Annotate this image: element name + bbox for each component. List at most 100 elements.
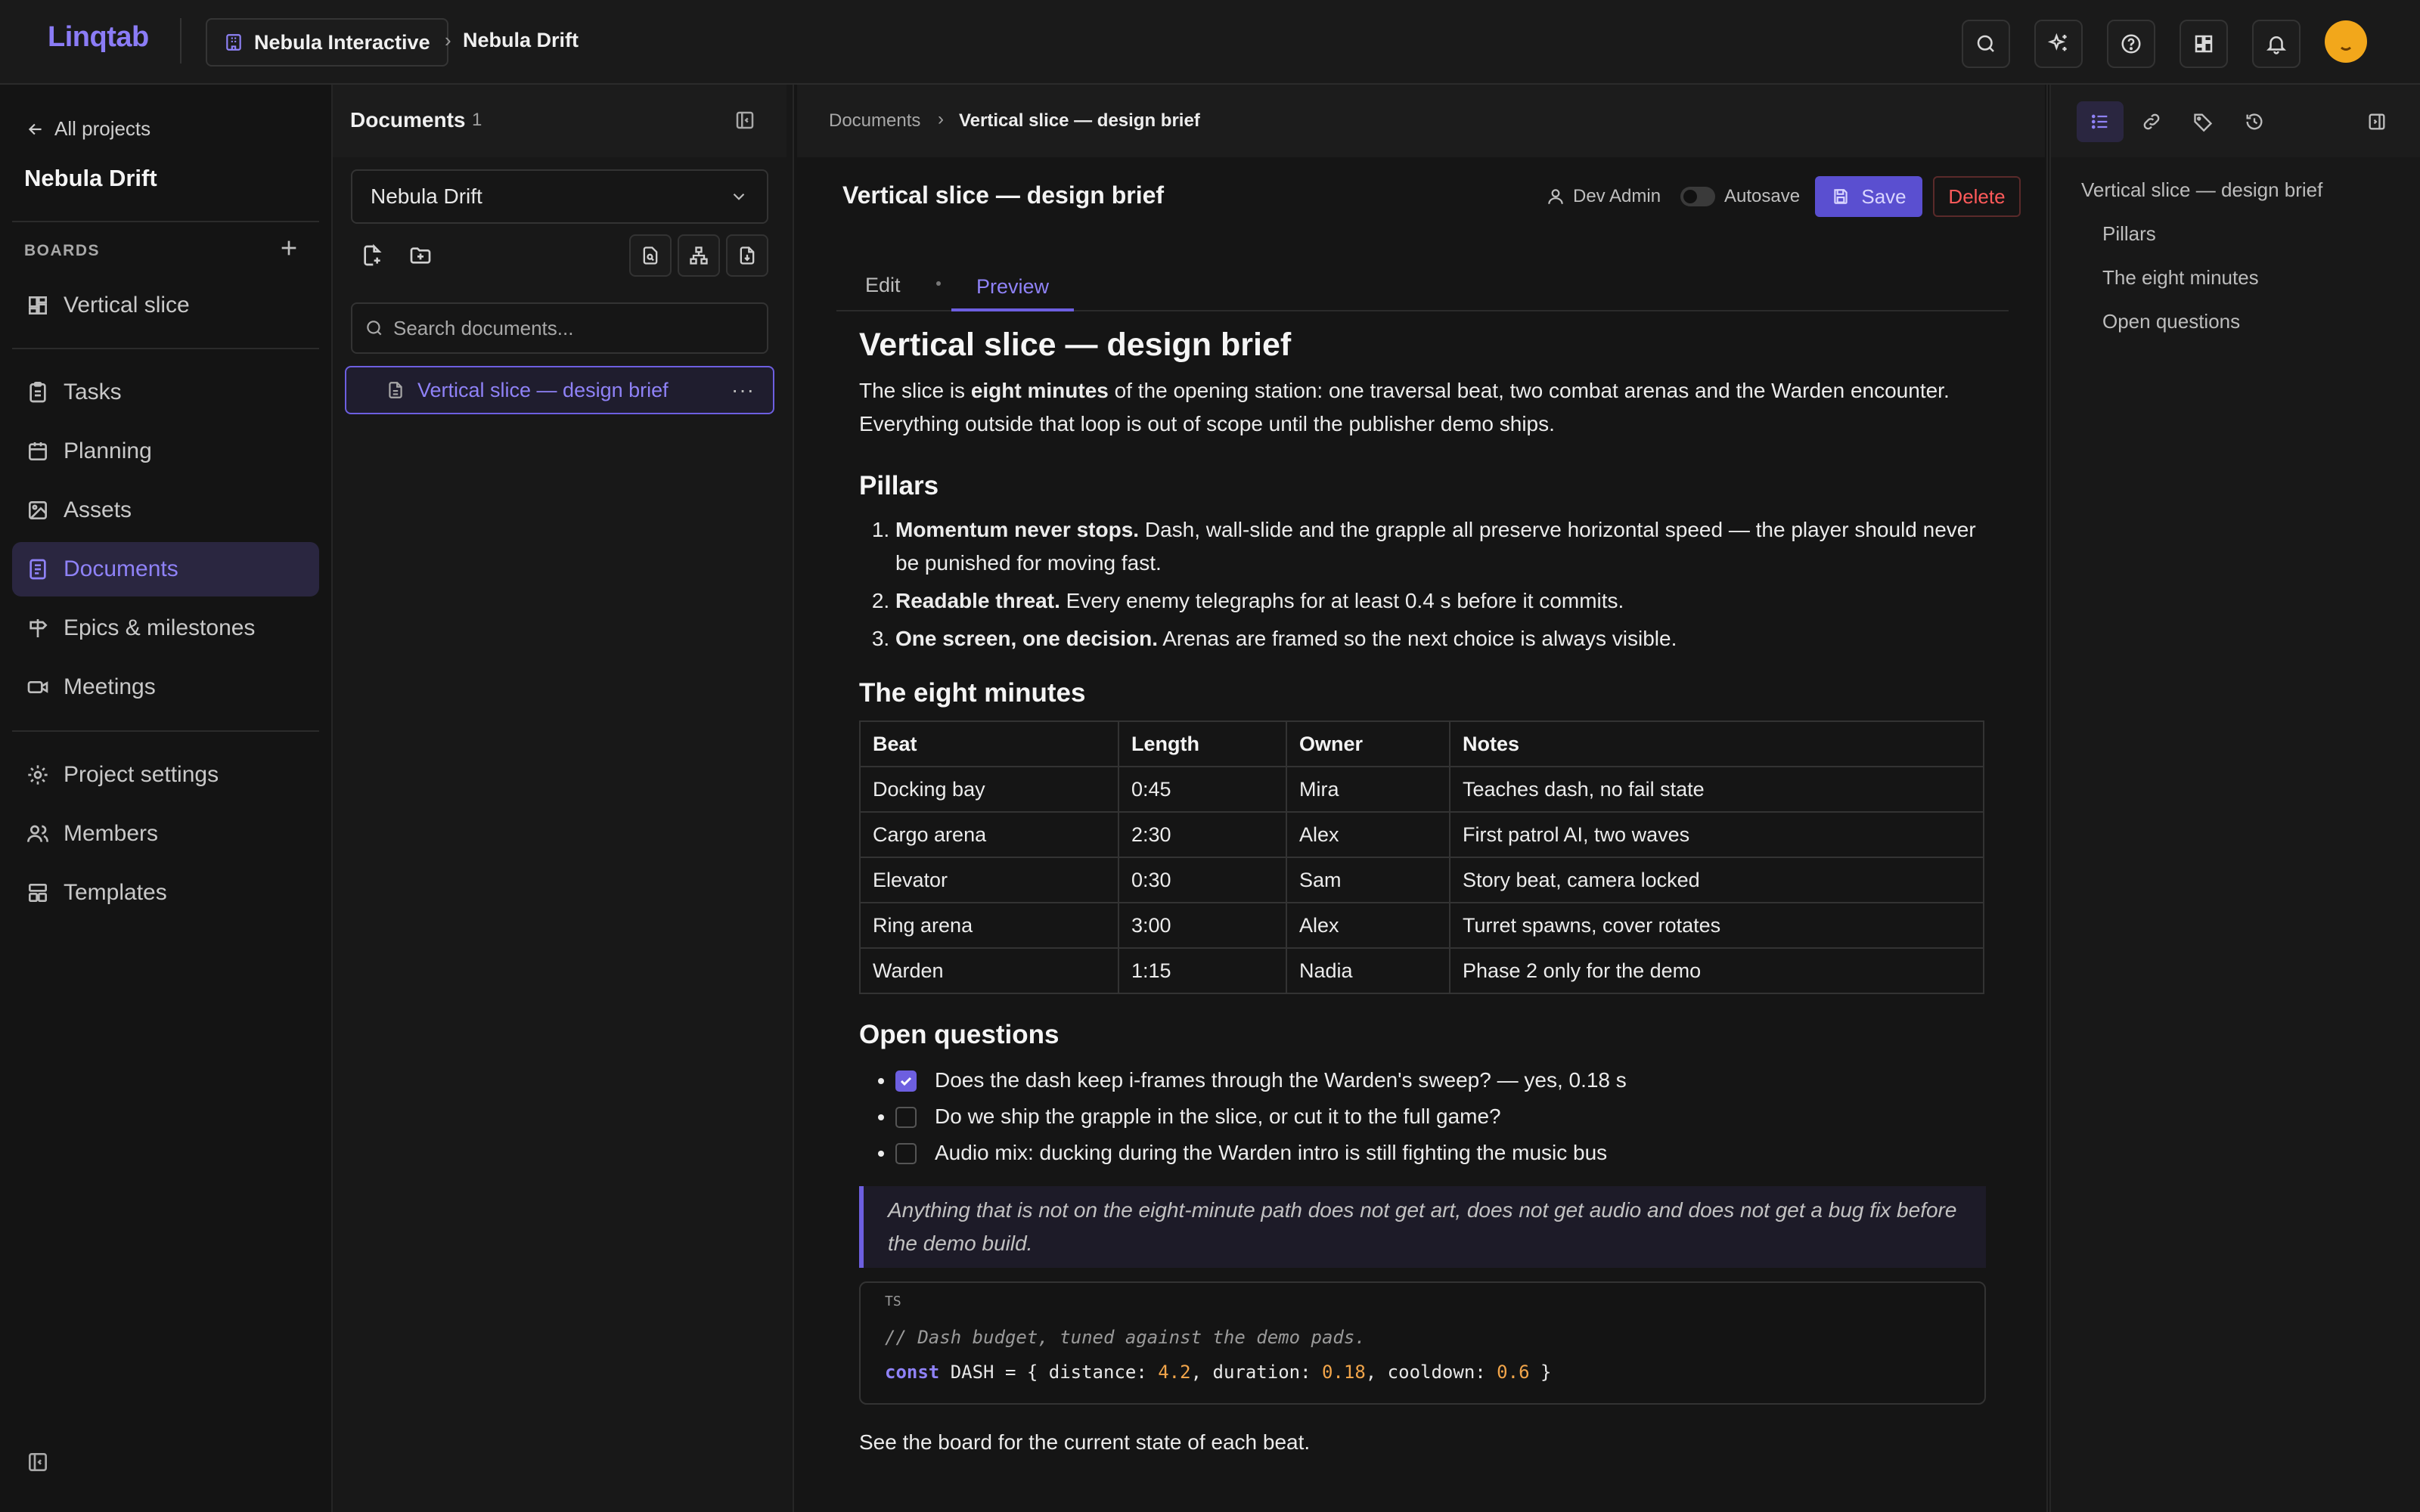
outline-item-open-questions[interactable]: Open questions: [2102, 310, 2240, 333]
document-title[interactable]: Vertical slice — design brief: [842, 181, 1164, 209]
file-import-icon: [737, 245, 758, 266]
divider: [12, 221, 319, 222]
all-projects-link[interactable]: All projects: [26, 117, 150, 141]
divider: [12, 348, 319, 349]
history-tab[interactable]: [2231, 101, 2278, 142]
sidebar-item-meetings[interactable]: Meetings: [12, 660, 319, 714]
document-search[interactable]: [351, 302, 768, 354]
blockquote: Anything that is not on the eight-minute…: [859, 1186, 1986, 1268]
table-row: Ring arena 3:00 Alex Turret spawns, cove…: [859, 902, 1984, 949]
sidebar-item-members[interactable]: Members: [12, 807, 319, 861]
question-text: Audio mix: ducking during the Warden int…: [935, 1141, 1608, 1164]
outline-item-pillars[interactable]: Pillars: [2102, 222, 2156, 246]
code-line: const DASH = { distance: 4.2, duration: …: [885, 1362, 1552, 1383]
sidebar-item-planning[interactable]: Planning: [12, 424, 319, 479]
divider: [180, 18, 182, 64]
app-logo[interactable]: Linqtab: [48, 21, 149, 54]
sidebar-item-project-settings[interactable]: Project settings: [12, 748, 319, 802]
tags-tab[interactable]: [2180, 101, 2226, 142]
new-document-button[interactable]: [351, 234, 393, 277]
notifications-button[interactable]: [2252, 20, 2301, 68]
tab-edit[interactable]: Edit: [865, 274, 901, 297]
table-cell: Warden: [859, 947, 1119, 994]
checkbox-checked[interactable]: [895, 1070, 917, 1092]
sidebar-item-label: Documents: [64, 556, 178, 581]
collapse-outline-button[interactable]: [2353, 101, 2400, 142]
sidebar-item-documents[interactable]: Documents: [12, 542, 319, 596]
sidebar-item-templates[interactable]: Templates: [12, 866, 319, 920]
folder-plus-icon: [408, 243, 433, 268]
import-document-button[interactable]: [726, 234, 768, 277]
avatar[interactable]: [2325, 20, 2367, 63]
project-select-value: Nebula Drift: [371, 184, 482, 208]
breadcrumb-documents[interactable]: Documents: [829, 110, 920, 132]
autosave-toggle[interactable]: Autosave: [1680, 186, 1800, 207]
sidebar-item-vertical-slice[interactable]: Vertical slice: [12, 278, 319, 333]
breadcrumb-current: Vertical slice — design brief: [959, 110, 1200, 131]
column-header: Length: [1118, 720, 1287, 767]
toggle-switch[interactable]: [1680, 187, 1715, 206]
code-language-label: TS: [885, 1294, 901, 1309]
collapse-documents-button[interactable]: [734, 109, 756, 132]
table-row: Docking bay 0:45 Mira Teaches dash, no f…: [859, 766, 1984, 813]
checkbox[interactable]: [895, 1143, 917, 1164]
document-list-icon: [26, 557, 50, 581]
clipboard-icon: [26, 380, 50, 404]
apps-grid-icon: [2192, 33, 2215, 55]
help-icon: [2120, 33, 2142, 55]
sidebar-item-tasks[interactable]: Tasks: [12, 365, 319, 420]
links-tab[interactable]: [2128, 101, 2175, 142]
all-projects-label: All projects: [54, 117, 151, 140]
project-select[interactable]: Nebula Drift: [351, 169, 768, 224]
document-icon: [386, 380, 405, 400]
column-header: Beat: [859, 720, 1119, 767]
ai-assistant-button[interactable]: [2034, 20, 2083, 68]
signpost-icon: [26, 616, 50, 640]
org-switcher[interactable]: Nebula Interactive: [206, 18, 448, 67]
search-button[interactable]: [1962, 20, 2010, 68]
checkbox[interactable]: [895, 1107, 917, 1128]
more-options-icon[interactable]: ···: [731, 378, 755, 402]
save-label: Save: [1861, 184, 1907, 208]
chevron-down-icon: [729, 187, 749, 206]
sidebar-item-label: Planning: [64, 438, 152, 463]
outline-item-eight-minutes[interactable]: The eight minutes: [2102, 266, 2259, 290]
sidebar-item-label: Meetings: [64, 674, 156, 699]
sitemap-icon: [688, 245, 709, 266]
table-cell: Cargo arena: [859, 811, 1119, 858]
outline-tab[interactable]: [2077, 101, 2124, 142]
save-button[interactable]: Save: [1815, 176, 1922, 217]
search-input[interactable]: [392, 315, 743, 341]
outline-item-title[interactable]: Vertical slice — design brief: [2081, 178, 2322, 202]
list-item: Does the dash keep i-frames through the …: [895, 1062, 1986, 1098]
tab-preview[interactable]: Preview: [951, 265, 1074, 311]
link-icon: [2141, 111, 2162, 132]
document-list-item[interactable]: Vertical slice — design brief ···: [345, 366, 774, 414]
question-text: Does the dash keep i-frames through the …: [935, 1068, 1627, 1092]
sidebar-item-epics[interactable]: Epics & milestones: [12, 601, 319, 655]
document-search-tool-button[interactable]: [629, 234, 672, 277]
sidebar-toggle-icon: [2366, 111, 2387, 132]
add-board-button[interactable]: [277, 236, 301, 260]
video-icon: [26, 675, 50, 699]
documents-panel: [333, 85, 794, 1512]
table-cell: Docking bay: [859, 766, 1119, 813]
table-cell: 3:00: [1118, 902, 1287, 949]
help-button[interactable]: [2107, 20, 2155, 68]
table-cell: Alex: [1286, 811, 1450, 858]
new-folder-button[interactable]: [399, 234, 442, 277]
project-breadcrumb[interactable]: Nebula Drift: [463, 29, 579, 52]
calendar-icon: [26, 439, 50, 463]
bell-icon: [2265, 33, 2288, 55]
sidebar-item-assets[interactable]: Assets: [12, 483, 319, 538]
document-tree-button[interactable]: [678, 234, 720, 277]
table-cell: Teaches dash, no fail state: [1449, 766, 1984, 813]
collapse-sidebar-button[interactable]: [26, 1450, 50, 1474]
org-name: Nebula Interactive: [254, 30, 430, 54]
table-row: Cargo arena 2:30 Alex First patrol AI, t…: [859, 811, 1984, 858]
table-cell: 1:15: [1118, 947, 1287, 994]
delete-button[interactable]: Delete: [1933, 176, 2021, 217]
sparkles-icon: [2046, 32, 2071, 56]
apps-button[interactable]: [2180, 20, 2228, 68]
sidebar-item-label: Vertical slice: [64, 293, 190, 318]
